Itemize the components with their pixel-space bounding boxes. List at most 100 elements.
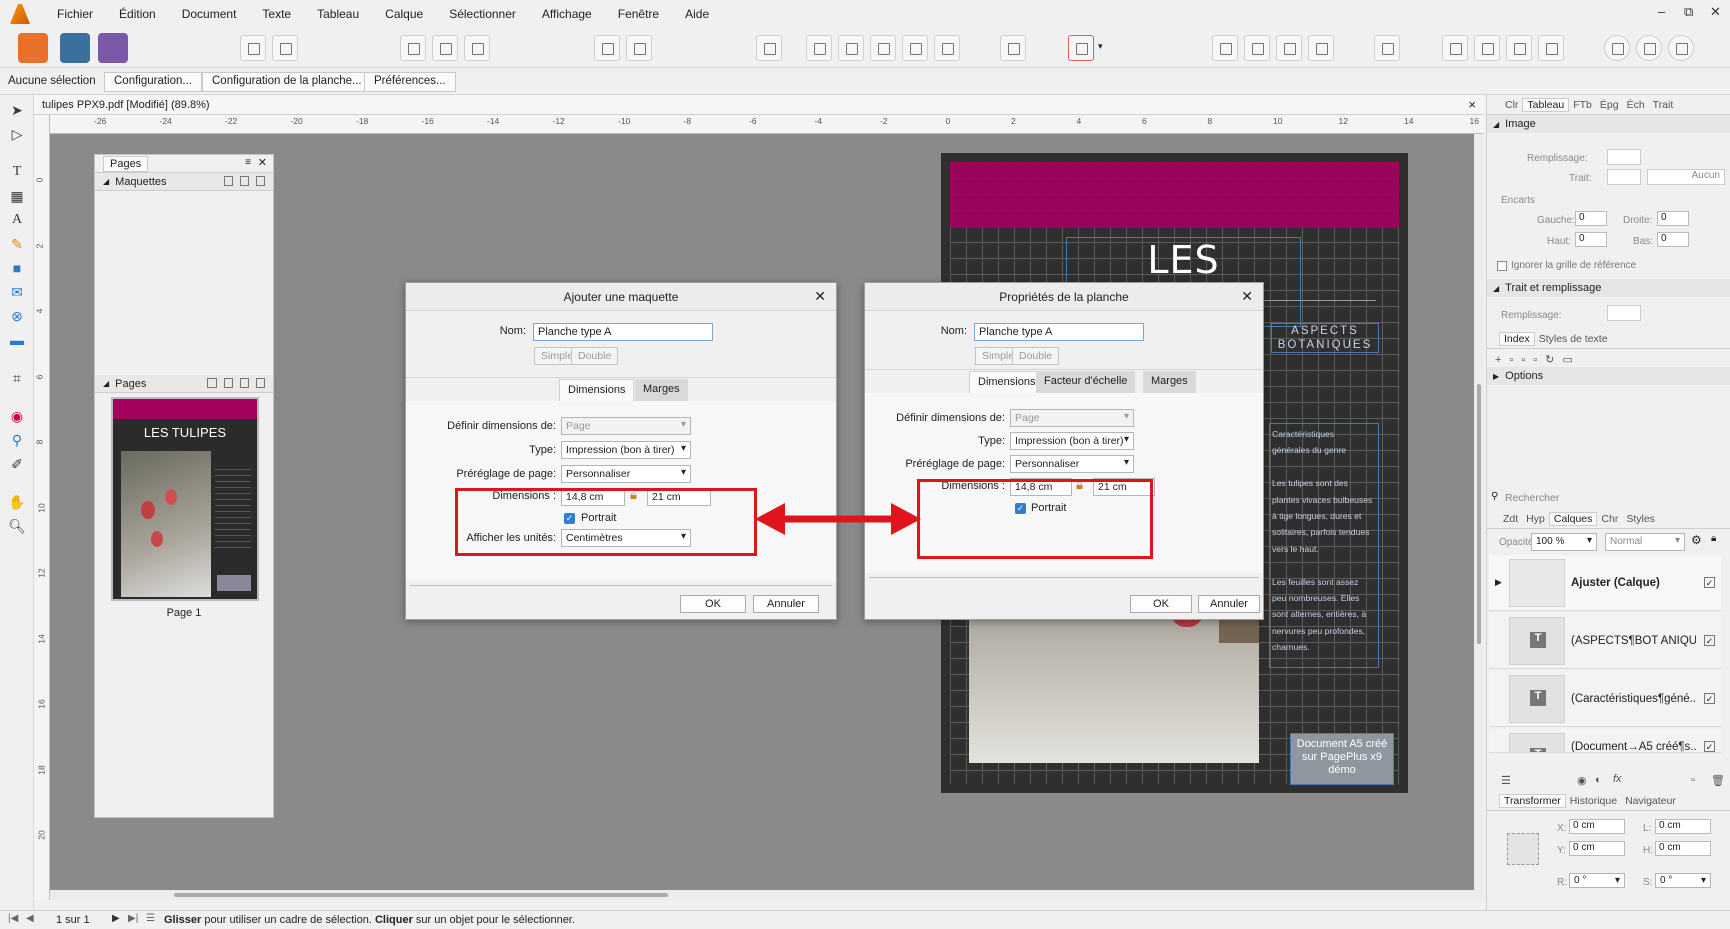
preset-select[interactable]: Personnaliser [561, 465, 691, 483]
lock-layer-icon[interactable]: 🔒︎ [1711, 533, 1716, 544]
page-options-icon[interactable] [207, 378, 217, 388]
arrange-back-icon[interactable] [1308, 35, 1334, 61]
fill-tool-icon[interactable]: ⚲ [8, 431, 26, 449]
close-document-icon[interactable]: × [1468, 97, 1476, 112]
spread-setup-button[interactable]: Configuration de la planche... [202, 72, 372, 92]
tab-clr[interactable]: Clr [1501, 99, 1522, 111]
boolean-divide-icon[interactable] [934, 35, 960, 61]
preflight-icon[interactable] [240, 35, 266, 61]
boolean-add-icon[interactable] [806, 35, 832, 61]
layer-row[interactable]: T (Document→A5 créé¶s... ✓ [1489, 729, 1721, 753]
tab-chr[interactable]: Chr [1597, 513, 1622, 525]
vertical-scroll-thumb[interactable] [1477, 384, 1481, 644]
place-image-icon[interactable]: ▬ [8, 331, 26, 349]
globe-icon[interactable] [1668, 35, 1694, 61]
configuration-button[interactable]: Configuration... [104, 72, 202, 92]
menu-calque[interactable]: Calque [372, 7, 436, 21]
ok-button[interactable]: OK [680, 595, 746, 613]
eyedropper-icon[interactable]: ✐ [8, 455, 26, 473]
tab-hyp[interactable]: Hyp [1522, 513, 1549, 525]
view-mode-bleed-icon[interactable] [432, 35, 458, 61]
duplicate-page-icon[interactable] [240, 378, 249, 388]
type-select-2[interactable]: Impression (bon à tirer) [1010, 432, 1134, 450]
collapse-pages-icon[interactable]: ◢ [103, 379, 109, 388]
menu-tableau[interactable]: Tableau [304, 7, 372, 21]
arrange-backward-icon[interactable] [1276, 35, 1302, 61]
panel-menu-icon[interactable]: ≡ [245, 157, 251, 168]
footer-note[interactable]: Document A5 créé sur PagePlus x9 démo [1290, 733, 1394, 785]
tab-dimensions[interactable]: Dimensions [559, 379, 635, 401]
stroke-value[interactable]: Aucun [1647, 169, 1725, 185]
tab-zdt[interactable]: Zdt [1499, 513, 1522, 525]
stroke-swatch[interactable] [1607, 169, 1641, 185]
menu-fenetre[interactable]: Fenêtre [605, 7, 672, 21]
name-input-2[interactable]: Planche type A [974, 323, 1144, 341]
index-toolbar-icons[interactable]: +▫▫▫↻▭ [1495, 353, 1581, 366]
stroke-fill-header[interactable]: ◢ Trait et remplissage [1487, 279, 1730, 297]
search-field[interactable]: Rechercher [1487, 489, 1730, 507]
fill-swatch[interactable] [1607, 149, 1641, 165]
tab-epg[interactable]: Épg [1596, 99, 1623, 111]
align-icon[interactable] [1374, 35, 1400, 61]
options-header[interactable]: ▶ Options [1487, 367, 1730, 385]
photo-persona-icon[interactable] [60, 33, 90, 63]
menu-document[interactable]: Document [169, 7, 250, 21]
help-lasso-icon[interactable] [1068, 35, 1094, 61]
menu-edition[interactable]: Édition [106, 7, 169, 21]
close-panel-icon[interactable]: ✕ [258, 156, 267, 169]
top-inset-input[interactable]: 0 [1575, 232, 1607, 247]
close-window-icon[interactable]: ✕ [1710, 4, 1721, 20]
tab-transform[interactable]: Transformer [1499, 793, 1566, 808]
text-wrap-icon[interactable] [1000, 35, 1026, 61]
tab-scale-2[interactable]: Facteur d'échelle [1036, 371, 1136, 393]
menu-affichage[interactable]: Affichage [529, 7, 605, 21]
designer-persona-icon[interactable] [98, 33, 128, 63]
fill2-swatch[interactable] [1607, 305, 1641, 321]
preset-select-2[interactable]: Personnaliser [1010, 455, 1134, 473]
publisher-persona-icon[interactable] [18, 33, 48, 63]
node-tool-icon[interactable]: ▷ [8, 125, 26, 143]
type-select[interactable]: Impression (bon à tirer) [561, 441, 691, 459]
layer-row[interactable]: T (Caractéristiques¶géné... ✓ [1489, 671, 1721, 727]
subtitle-box[interactable]: ASPECTS BOTANIQUES [1271, 323, 1379, 353]
new-layer-icon[interactable]: ▫ [1691, 774, 1695, 786]
body-text-column[interactable]: Caractéristiques générales du genre Les tu… [1269, 423, 1379, 668]
chevron-down-icon[interactable]: ▾ [1098, 41, 1103, 52]
tab-ech[interactable]: Éch [1623, 99, 1649, 111]
cancel-button-2[interactable]: Annuler [1198, 595, 1260, 613]
tab-navigator[interactable]: Navigateur [1621, 795, 1680, 807]
gear-icon[interactable]: ⚙ [1691, 533, 1702, 547]
add-page-icon[interactable] [224, 378, 233, 388]
tab-tableau[interactable]: Tableau [1522, 97, 1570, 112]
right-inset-input[interactable]: 0 [1657, 211, 1689, 226]
prev-page-icon[interactable]: ◀ [26, 913, 34, 924]
table-tool-icon[interactable]: ▦ [8, 187, 26, 205]
rotate-left-icon[interactable] [1506, 35, 1532, 61]
tab-dimensions-2[interactable]: Dimensions [969, 371, 1045, 393]
page-thumbnail[interactable]: LES TULIPES [111, 397, 259, 601]
horizontal-scrollbar[interactable] [50, 890, 1474, 900]
page-list-icon[interactable]: ☰ [146, 913, 155, 924]
menu-selectionner[interactable]: Sélectionner [436, 7, 529, 21]
artistic-text-icon[interactable]: A [8, 211, 26, 229]
tab-margins-2[interactable]: Marges [1143, 371, 1196, 393]
h-input[interactable]: 0 cm [1655, 841, 1711, 856]
add-master-icon[interactable] [224, 176, 233, 186]
rotate-right-icon[interactable] [1538, 35, 1564, 61]
menu-aide[interactable]: Aide [672, 7, 722, 21]
blend-mode-select[interactable]: Normal [1605, 533, 1685, 551]
masters-section-header[interactable]: ◢ Maquettes [95, 173, 273, 191]
snap-icon[interactable] [594, 35, 620, 61]
left-inset-input[interactable]: 0 [1575, 211, 1607, 226]
close-dialog-icon[interactable]: ✕ [814, 288, 826, 305]
close-dialog-2-icon[interactable]: ✕ [1241, 288, 1253, 305]
preferences-button[interactable]: Préférences... [364, 72, 456, 92]
layer-visibility-checkbox[interactable]: ✓ [1704, 635, 1715, 646]
text-tool-icon[interactable]: T [8, 163, 26, 181]
layer-visibility-checkbox[interactable]: ✓ [1704, 577, 1715, 588]
x-input[interactable]: 0 cm [1569, 819, 1625, 834]
tab-margins[interactable]: Marges [635, 379, 688, 401]
delete-layer-icon[interactable]: 🗑︎ [1711, 774, 1725, 787]
preview-eye-icon[interactable] [756, 35, 782, 61]
boolean-subtract-icon[interactable] [838, 35, 864, 61]
